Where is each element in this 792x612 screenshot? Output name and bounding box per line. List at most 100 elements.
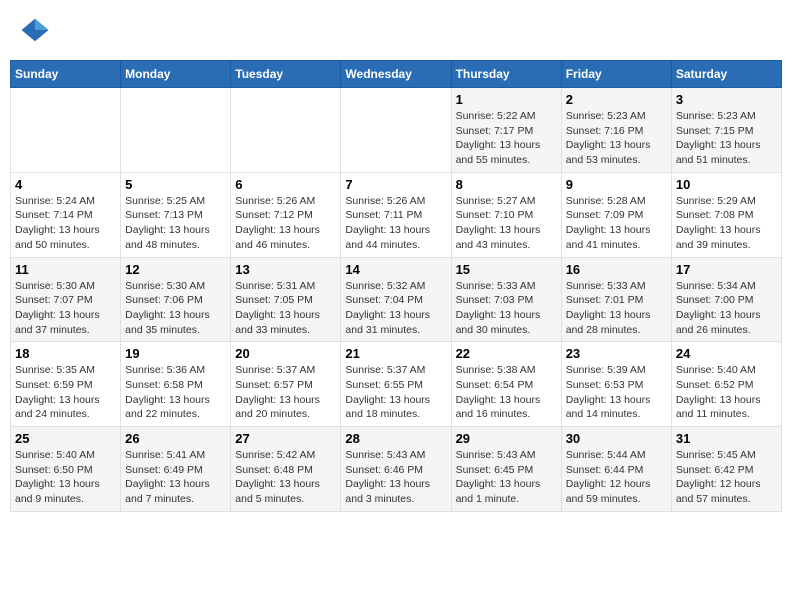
day-number: 18 [15, 346, 116, 361]
day-info: Sunrise: 5:32 AM Sunset: 7:04 PM Dayligh… [345, 279, 446, 338]
calendar-cell: 12 Sunrise: 5:30 AM Sunset: 7:06 PM Dayli… [121, 257, 231, 342]
day-number: 28 [345, 431, 446, 446]
day-info: Sunrise: 5:33 AM Sunset: 7:01 PM Dayligh… [566, 279, 667, 338]
calendar-table: SundayMondayTuesdayWednesdayThursdayFrid… [10, 60, 782, 512]
calendar-cell: 2Sunrise: 5:23 AM Sunset: 7:16 PM Daylig… [561, 88, 671, 173]
column-header-wednesday: Wednesday [341, 61, 451, 88]
day-info: Sunrise: 5:30 AM Sunset: 7:06 PM Dayligh… [125, 279, 226, 338]
day-info: Sunrise: 5:27 AM Sunset: 7:10 PM Dayligh… [456, 194, 557, 253]
calendar-cell: 31 Sunrise: 5:45 AM Sunset: 6:42 PM Dayli… [671, 427, 781, 512]
day-number: 7 [345, 177, 446, 192]
calendar-cell: 25 Sunrise: 5:40 AM Sunset: 6:50 PM Dayli… [11, 427, 121, 512]
day-number: 23 [566, 346, 667, 361]
calendar-cell: 13 Sunrise: 5:31 AM Sunset: 7:05 PM Dayli… [231, 257, 341, 342]
calendar-header-row: SundayMondayTuesdayWednesdayThursdayFrid… [11, 61, 782, 88]
calendar-cell: 20Sunrise: 5:37 AM Sunset: 6:57 PM Dayli… [231, 342, 341, 427]
day-info: Sunrise: 5:43 AM Sunset: 6:45 PM Dayligh… [456, 448, 557, 507]
day-number: 31 [676, 431, 777, 446]
logo [20, 15, 54, 45]
calendar-cell: 30 Sunrise: 5:44 AM Sunset: 6:44 PM Dayli… [561, 427, 671, 512]
calendar-cell: 19Sunrise: 5:36 AM Sunset: 6:58 PM Dayli… [121, 342, 231, 427]
day-info: Sunrise: 5:22 AM Sunset: 7:17 PM Dayligh… [456, 109, 557, 168]
day-number: 20 [235, 346, 336, 361]
column-header-friday: Friday [561, 61, 671, 88]
calendar-week-row: 4 Sunrise: 5:24 AM Sunset: 7:14 PM Daylig… [11, 172, 782, 257]
day-info: Sunrise: 5:28 AM Sunset: 7:09 PM Dayligh… [566, 194, 667, 253]
calendar-week-row: 1 Sunrise: 5:22 AM Sunset: 7:17 PM Daylig… [11, 88, 782, 173]
day-number: 22 [456, 346, 557, 361]
calendar-cell [121, 88, 231, 173]
day-info: Sunrise: 5:40 AM Sunset: 6:52 PM Dayligh… [676, 363, 777, 422]
day-info: Sunrise: 5:38 AM Sunset: 6:54 PM Dayligh… [456, 363, 557, 422]
day-info: Sunrise: 5:44 AM Sunset: 6:44 PM Dayligh… [566, 448, 667, 507]
day-number: 13 [235, 262, 336, 277]
day-info: Sunrise: 5:36 AM Sunset: 6:58 PM Dayligh… [125, 363, 226, 422]
calendar-cell: 4 Sunrise: 5:24 AM Sunset: 7:14 PM Daylig… [11, 172, 121, 257]
day-number: 24 [676, 346, 777, 361]
calendar-cell: 15Sunrise: 5:33 AM Sunset: 7:03 PM Dayli… [451, 257, 561, 342]
calendar-cell: 21 Sunrise: 5:37 AM Sunset: 6:55 PM Dayli… [341, 342, 451, 427]
day-info: Sunrise: 5:39 AM Sunset: 6:53 PM Dayligh… [566, 363, 667, 422]
column-header-tuesday: Tuesday [231, 61, 341, 88]
day-info: Sunrise: 5:37 AM Sunset: 6:55 PM Dayligh… [345, 363, 446, 422]
calendar-cell: 28 Sunrise: 5:43 AM Sunset: 6:46 PM Dayli… [341, 427, 451, 512]
calendar-week-row: 25 Sunrise: 5:40 AM Sunset: 6:50 PM Dayli… [11, 427, 782, 512]
day-info: Sunrise: 5:24 AM Sunset: 7:14 PM Dayligh… [15, 194, 116, 253]
day-number: 27 [235, 431, 336, 446]
calendar-cell: 23 Sunrise: 5:39 AM Sunset: 6:53 PM Dayli… [561, 342, 671, 427]
day-number: 1 [456, 92, 557, 107]
day-number: 25 [15, 431, 116, 446]
day-number: 17 [676, 262, 777, 277]
day-number: 12 [125, 262, 226, 277]
calendar-cell: 27 Sunrise: 5:42 AM Sunset: 6:48 PM Dayli… [231, 427, 341, 512]
day-number: 2 [566, 92, 667, 107]
day-info: Sunrise: 5:43 AM Sunset: 6:46 PM Dayligh… [345, 448, 446, 507]
day-info: Sunrise: 5:29 AM Sunset: 7:08 PM Dayligh… [676, 194, 777, 253]
day-number: 6 [235, 177, 336, 192]
calendar-cell: 24 Sunrise: 5:40 AM Sunset: 6:52 PM Dayli… [671, 342, 781, 427]
calendar-cell: 11 Sunrise: 5:30 AM Sunset: 7:07 PM Dayli… [11, 257, 121, 342]
day-number: 10 [676, 177, 777, 192]
day-info: Sunrise: 5:34 AM Sunset: 7:00 PM Dayligh… [676, 279, 777, 338]
calendar-cell: 16 Sunrise: 5:33 AM Sunset: 7:01 PM Dayli… [561, 257, 671, 342]
day-number: 16 [566, 262, 667, 277]
day-info: Sunrise: 5:31 AM Sunset: 7:05 PM Dayligh… [235, 279, 336, 338]
day-info: Sunrise: 5:26 AM Sunset: 7:12 PM Dayligh… [235, 194, 336, 253]
calendar-cell: 8 Sunrise: 5:27 AM Sunset: 7:10 PM Daylig… [451, 172, 561, 257]
column-header-monday: Monday [121, 61, 231, 88]
day-info: Sunrise: 5:25 AM Sunset: 7:13 PM Dayligh… [125, 194, 226, 253]
calendar-cell: 14 Sunrise: 5:32 AM Sunset: 7:04 PM Dayli… [341, 257, 451, 342]
day-info: Sunrise: 5:33 AM Sunset: 7:03 PM Dayligh… [456, 279, 557, 338]
day-info: Sunrise: 5:23 AM Sunset: 7:15 PM Dayligh… [676, 109, 777, 168]
calendar-cell: 9 Sunrise: 5:28 AM Sunset: 7:09 PM Daylig… [561, 172, 671, 257]
day-number: 5 [125, 177, 226, 192]
calendar-cell [231, 88, 341, 173]
day-number: 9 [566, 177, 667, 192]
day-info: Sunrise: 5:26 AM Sunset: 7:11 PM Dayligh… [345, 194, 446, 253]
day-number: 3 [676, 92, 777, 107]
calendar-cell: 22 Sunrise: 5:38 AM Sunset: 6:54 PM Dayli… [451, 342, 561, 427]
calendar-cell [341, 88, 451, 173]
day-info: Sunrise: 5:41 AM Sunset: 6:49 PM Dayligh… [125, 448, 226, 507]
day-number: 8 [456, 177, 557, 192]
day-info: Sunrise: 5:30 AM Sunset: 7:07 PM Dayligh… [15, 279, 116, 338]
logo-icon [20, 15, 50, 45]
calendar-cell: 29 Sunrise: 5:43 AM Sunset: 6:45 PM Dayli… [451, 427, 561, 512]
day-number: 29 [456, 431, 557, 446]
day-info: Sunrise: 5:45 AM Sunset: 6:42 PM Dayligh… [676, 448, 777, 507]
calendar-cell: 17 Sunrise: 5:34 AM Sunset: 7:00 PM Dayli… [671, 257, 781, 342]
day-info: Sunrise: 5:42 AM Sunset: 6:48 PM Dayligh… [235, 448, 336, 507]
day-info: Sunrise: 5:35 AM Sunset: 6:59 PM Dayligh… [15, 363, 116, 422]
calendar-cell: 5 Sunrise: 5:25 AM Sunset: 7:13 PM Daylig… [121, 172, 231, 257]
calendar-week-row: 11 Sunrise: 5:30 AM Sunset: 7:07 PM Dayli… [11, 257, 782, 342]
day-number: 30 [566, 431, 667, 446]
day-info: Sunrise: 5:40 AM Sunset: 6:50 PM Dayligh… [15, 448, 116, 507]
day-number: 14 [345, 262, 446, 277]
day-number: 4 [15, 177, 116, 192]
day-number: 11 [15, 262, 116, 277]
column-header-saturday: Saturday [671, 61, 781, 88]
calendar-cell: 10 Sunrise: 5:29 AM Sunset: 7:08 PM Dayli… [671, 172, 781, 257]
day-number: 21 [345, 346, 446, 361]
calendar-week-row: 18 Sunrise: 5:35 AM Sunset: 6:59 PM Dayli… [11, 342, 782, 427]
calendar-cell: 26Sunrise: 5:41 AM Sunset: 6:49 PM Dayli… [121, 427, 231, 512]
